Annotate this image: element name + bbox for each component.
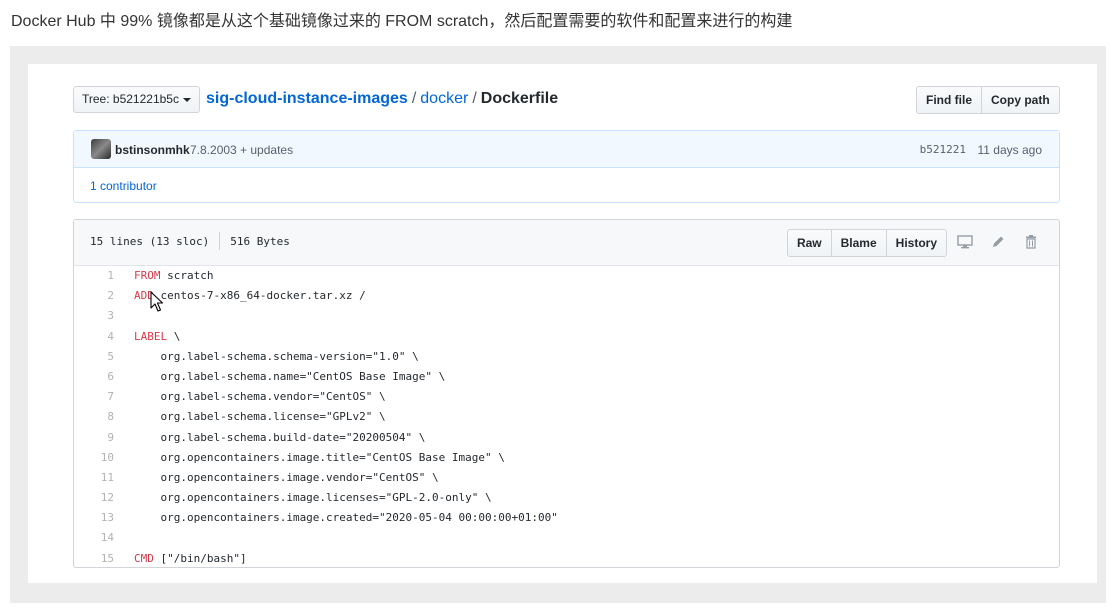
desktop-icon[interactable] (955, 232, 975, 252)
breadcrumb-file-name: Dockerfile (480, 90, 559, 107)
caret-down-icon (182, 97, 191, 102)
history-button[interactable]: History (886, 229, 947, 257)
commit-sha-link[interactable]: b521221 (920, 143, 966, 156)
trash-icon[interactable] (1021, 232, 1041, 252)
code-line: 9 org.label-schema.build-date="20200504"… (74, 428, 1059, 448)
line-number[interactable]: 8 (74, 407, 114, 427)
line-content: org.label-schema.schema-version="1.0" \ (134, 349, 419, 363)
branch-tree-selector[interactable]: Tree: b521221b5c (73, 86, 200, 113)
code-line: 11 org.opencontainers.image.vendor="Cent… (74, 468, 1059, 488)
file-size: 516 Bytes (230, 235, 290, 248)
find-file-button[interactable]: Find file (916, 86, 982, 114)
line-content: org.label-schema.name="CentOS Base Image… (134, 369, 446, 383)
line-number[interactable]: 14 (74, 528, 114, 548)
raw-button[interactable]: Raw (786, 229, 832, 257)
line-content: org.opencontainers.image.licenses="GPL-2… (134, 491, 492, 505)
line-number[interactable]: 7 (74, 387, 114, 407)
line-number[interactable]: 9 (74, 428, 114, 448)
line-number[interactable]: 12 (74, 488, 114, 508)
breadcrumb-separator: / (411, 90, 417, 107)
commit-author-link[interactable]: bstinsonmhk (115, 143, 190, 157)
line-content: org.opencontainers.image.created="2020-0… (134, 511, 558, 525)
breadcrumb: sig-cloud-instance-images / docker / Dockerf… (206, 88, 558, 110)
screenshot-frame: Tree: b521221b5c sig-cloud-instance-imag… (10, 46, 1106, 603)
file-header: 15 lines (13 sloc) 516 Bytes Raw Blame H… (74, 220, 1059, 266)
line-number[interactable]: 11 (74, 468, 114, 488)
code-keyword: LABEL (134, 329, 168, 343)
file-info: 15 lines (13 sloc) 516 Bytes (90, 232, 290, 250)
commit-header: bstinsonmhk 7.8.2003 + updates b521221 1… (74, 131, 1059, 168)
breadcrumb-separator: / (472, 90, 477, 107)
line-content: CMD ["/bin/bash"] (134, 551, 247, 565)
code-line: 4 LABEL \ (74, 327, 1059, 347)
line-number[interactable]: 6 (74, 367, 114, 387)
code-line: 1 FROM scratch (74, 266, 1059, 286)
code-line: 3 (74, 306, 1059, 326)
line-number[interactable]: 5 (74, 347, 114, 367)
commit-time: 11 days ago (977, 143, 1043, 157)
line-number[interactable]: 1 (74, 266, 114, 286)
code-line: 14 (74, 528, 1059, 548)
breadcrumb-folder-link[interactable]: docker (420, 90, 468, 107)
file-info-divider (219, 232, 221, 250)
avatar[interactable] (91, 139, 111, 159)
line-number[interactable]: 4 (74, 327, 114, 347)
line-number[interactable]: 15 (74, 549, 114, 567)
file-path-actions: Find file Copy path (916, 86, 1060, 114)
commit-info-box: bstinsonmhk 7.8.2003 + updates b521221 1… (73, 130, 1060, 203)
code-line: 8 org.label-schema.license="GPLv2" \ (74, 407, 1059, 427)
file-actions: Raw Blame History (786, 229, 947, 257)
file-lines-info: 15 lines (13 sloc) (90, 235, 210, 248)
caption-text: Docker Hub 中 99% 镜像都是从这个基础镜像过来的 FROM scr… (11, 13, 793, 30)
commit-message-link[interactable]: 7.8.2003 + updates (190, 143, 293, 157)
line-number[interactable]: 2 (74, 286, 114, 306)
line-content: LABEL \ (134, 329, 181, 343)
code-keyword: CMD (134, 551, 154, 565)
copy-path-button[interactable]: Copy path (982, 86, 1060, 114)
code-line: 10 org.opencontainers.image.title="CentO… (74, 448, 1059, 468)
github-file-view: Tree: b521221b5c sig-cloud-instance-imag… (28, 64, 1097, 583)
code-line: 5 org.label-schema.schema-version="1.0" … (74, 347, 1059, 367)
line-content: ADD centos-7-x86_64-docker.tar.xz / (134, 289, 366, 303)
pencil-icon[interactable] (988, 232, 1008, 252)
code-line: 13 org.opencontainers.image.created="202… (74, 508, 1059, 528)
line-number[interactable]: 10 (74, 448, 114, 468)
code-line: 2 ADD centos-7-x86_64-docker.tar.xz / (74, 286, 1059, 306)
contributors-link[interactable]: 1 contributor (90, 179, 157, 193)
code-line: 6 org.label-schema.name="CentOS Base Ima… (74, 367, 1059, 387)
code-line: 12 org.opencontainers.image.licenses="GP… (74, 488, 1059, 508)
line-number[interactable]: 13 (74, 508, 114, 528)
code-listing: 1 FROM scratch 2 ADD centos-7-x86_64-docker… (74, 266, 1059, 567)
line-number[interactable]: 3 (74, 306, 114, 326)
file-content-box: 15 lines (13 sloc) 516 Bytes Raw Blame H… (73, 219, 1060, 568)
tree-label: Tree: b521221b5c (82, 92, 179, 106)
blame-button[interactable]: Blame (831, 229, 887, 257)
line-content: org.label-schema.build-date="20200504" \ (134, 430, 426, 444)
mouse-cursor-icon (150, 291, 164, 312)
line-content: org.opencontainers.image.title="CentOS B… (134, 450, 505, 464)
line-content: org.opencontainers.image.vendor="CentOS"… (134, 470, 439, 484)
code-keyword: FROM (134, 269, 161, 282)
line-content: FROM scratch (134, 269, 214, 282)
line-content: org.label-schema.license="GPLv2" \ (134, 410, 386, 424)
breadcrumb-repo-link[interactable]: sig-cloud-instance-images (206, 90, 408, 107)
code-line: 7 org.label-schema.vendor="CentOS" \ (74, 387, 1059, 407)
code-line: 15 CMD ["/bin/bash"] (74, 549, 1059, 567)
line-content: org.label-schema.vendor="CentOS" \ (134, 390, 386, 404)
